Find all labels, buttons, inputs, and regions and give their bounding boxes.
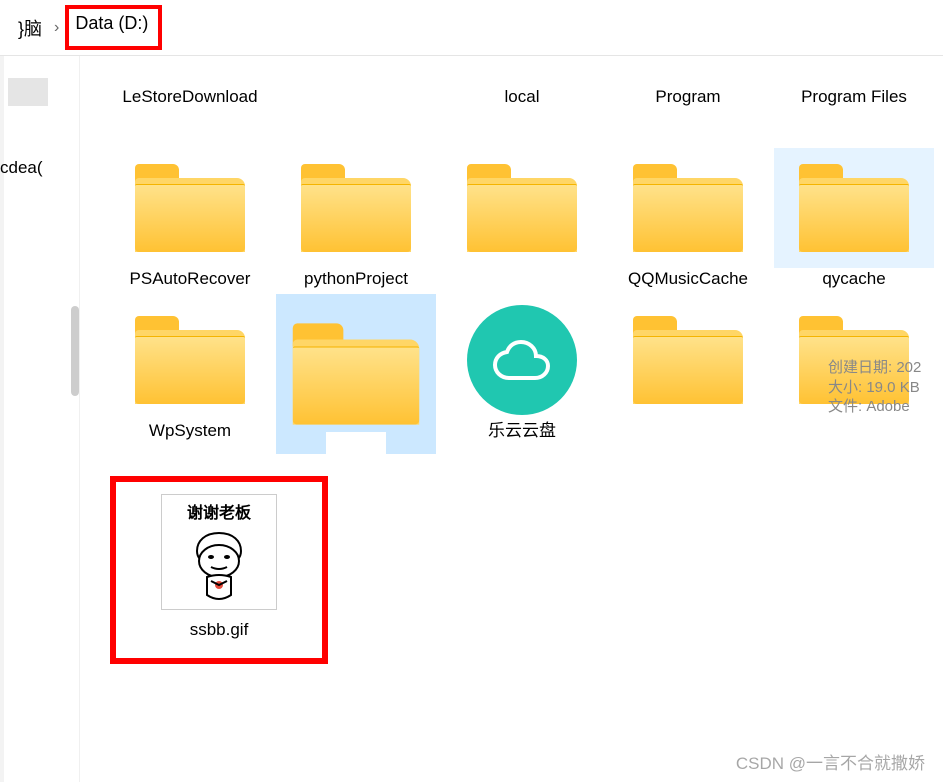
item-label: qycache — [776, 268, 932, 290]
thumb-caption: 谢谢老板 — [187, 499, 251, 523]
file-thumbnail: 谢谢老板 — [161, 494, 277, 610]
sidebar-item[interactable]: cdea( — [0, 158, 79, 178]
chevron-right-icon: › — [50, 19, 63, 37]
item-label: pythonProject — [278, 268, 434, 290]
item-label: WpSystem — [112, 420, 268, 442]
folder-icon — [135, 316, 245, 404]
folder-item-local[interactable]: local — [442, 56, 602, 134]
folder-icon — [135, 164, 245, 252]
folder-item-wpsystem[interactable]: WpSystem — [110, 300, 270, 454]
item-label: LeStoreDownload — [112, 86, 268, 134]
folder-item-psautorecover[interactable]: PSAutoRecover — [110, 148, 270, 290]
folder-item[interactable] — [774, 300, 934, 454]
folder-item-qqmusiccache[interactable]: QQMusicCache — [608, 148, 768, 290]
item-label: ssbb.gif — [190, 620, 249, 640]
face-icon — [181, 527, 257, 607]
cloud-icon — [467, 305, 577, 415]
item-label: Program Files — [776, 86, 932, 134]
folder-item-lestoredownload[interactable]: LeStoreDownload — [110, 56, 270, 134]
folder-icon — [467, 164, 577, 252]
item-label — [278, 86, 434, 134]
folder-icon — [633, 316, 743, 404]
folder-icon — [633, 164, 743, 252]
watermark: CSDN @一言不合就撒娇 — [736, 749, 925, 774]
folder-icon — [799, 164, 909, 252]
item-label: local — [444, 86, 600, 134]
item-label: PSAutoRecover — [112, 268, 268, 290]
folder-item[interactable] — [608, 300, 768, 454]
folder-item-qycache[interactable]: qycache — [774, 148, 934, 290]
sidebar: cdea( — [0, 56, 80, 782]
breadcrumb-parent[interactable]: }脑 — [10, 9, 50, 47]
item-label: Program — [610, 86, 766, 134]
file-grid: LeStoreDownload local Program Program Fi… — [80, 56, 943, 782]
cloud-item-leyun[interactable]: 乐云云盘 — [442, 300, 602, 454]
folder-item[interactable] — [276, 56, 436, 134]
folder-icon — [799, 316, 909, 404]
item-label — [326, 432, 386, 454]
folder-item-selected[interactable] — [276, 300, 436, 454]
folder-item-program[interactable]: Program — [608, 56, 768, 134]
folder-item-pythonproject[interactable]: pythonProject — [276, 148, 436, 290]
scrollbar-icon[interactable] — [71, 306, 79, 396]
sidebar-swatch — [8, 78, 48, 106]
folder-icon — [301, 164, 411, 252]
item-label: 乐云云盘 — [444, 420, 600, 442]
file-item-ssbb-gif[interactable]: 谢谢老板 ssbb.gif — [110, 476, 328, 664]
breadcrumb[interactable]: }脑 › Data (D:) — [0, 0, 943, 56]
folder-item[interactable] — [442, 148, 602, 290]
folder-item-program-files[interactable]: Program Files — [774, 56, 934, 134]
breadcrumb-current[interactable]: Data (D:) — [65, 5, 162, 50]
folder-icon — [293, 323, 420, 424]
item-label: QQMusicCache — [610, 268, 766, 290]
